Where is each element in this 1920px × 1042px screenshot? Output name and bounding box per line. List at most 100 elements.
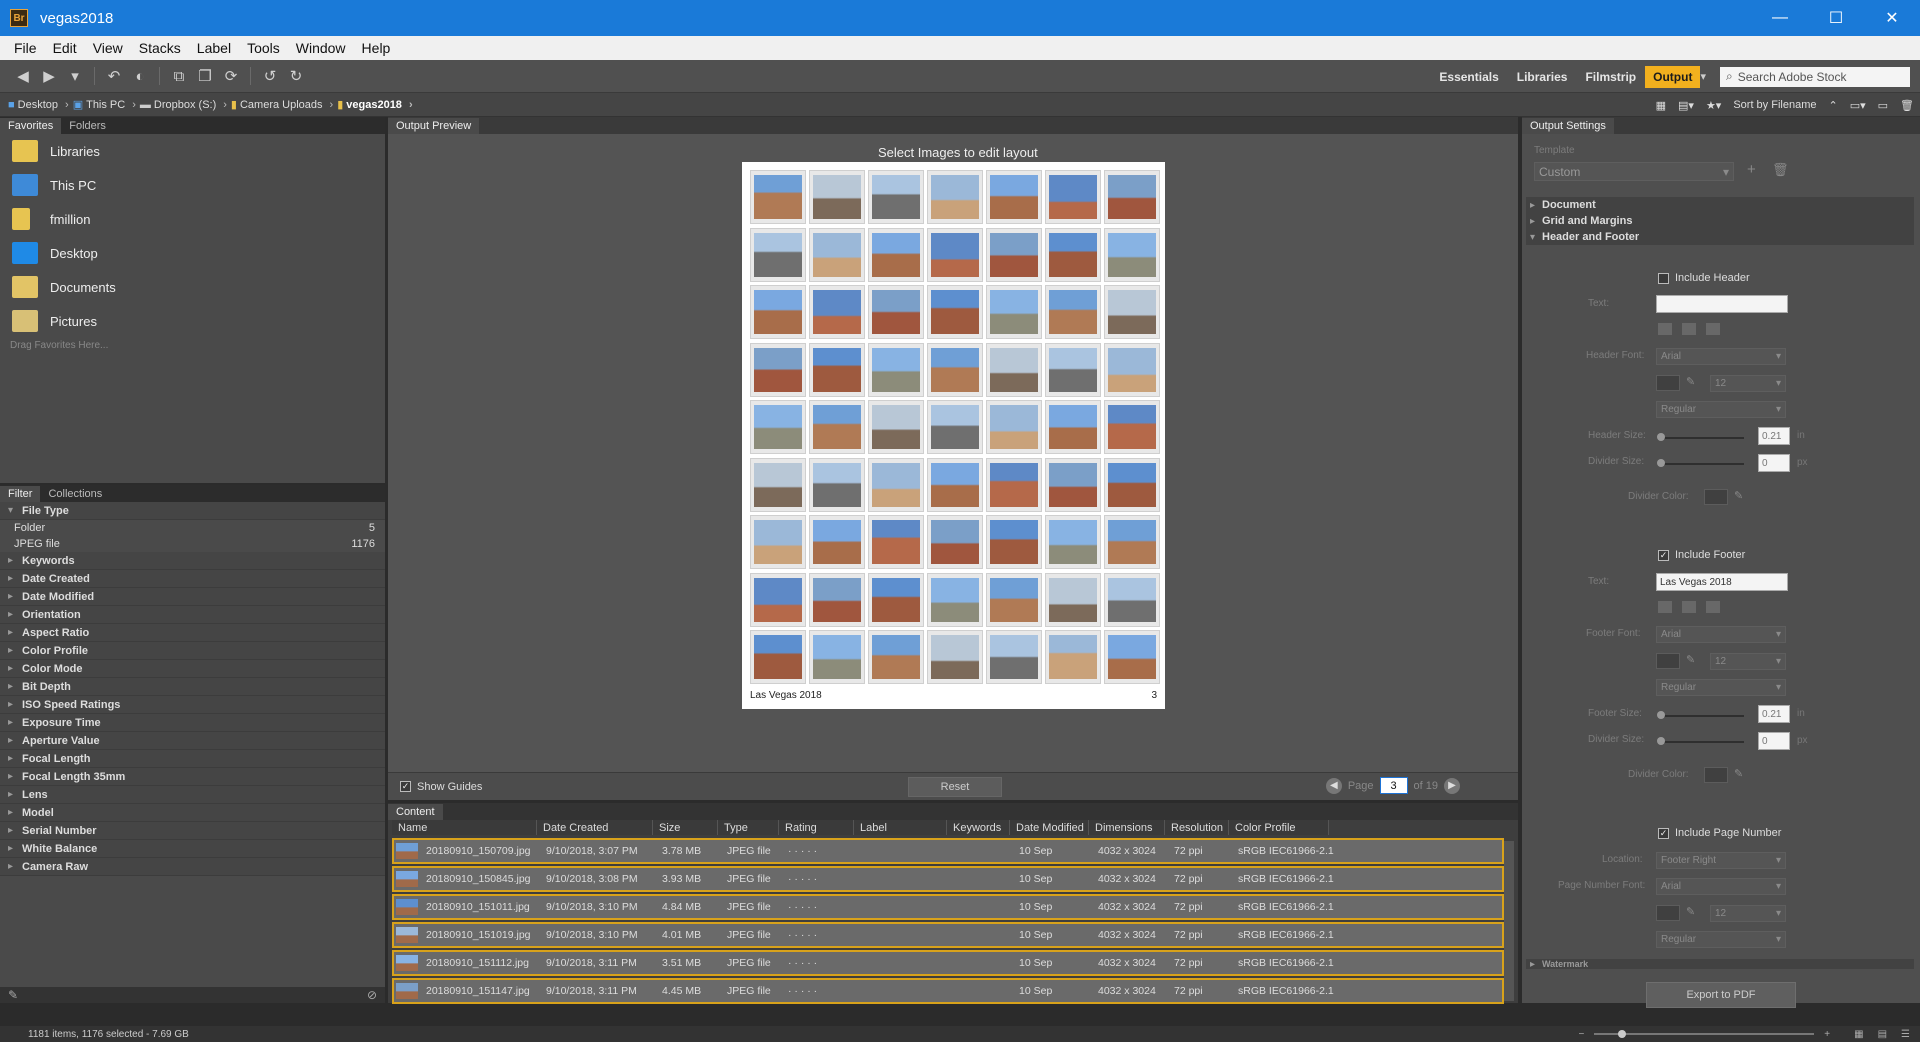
- breadcrumb-desktop[interactable]: ■ Desktop ›: [8, 99, 69, 111]
- filter-category-color-profile[interactable]: Color Profile: [0, 642, 385, 660]
- show-guides-toggle[interactable]: ✓ Show Guides: [400, 781, 482, 793]
- favorite-libraries[interactable]: Libraries: [0, 134, 385, 168]
- menu-help[interactable]: Help: [354, 40, 399, 56]
- photo-thumbnail[interactable]: [868, 630, 924, 684]
- menu-window[interactable]: Window: [288, 40, 354, 56]
- tab-collections[interactable]: Collections: [40, 486, 110, 502]
- photo-thumbnail[interactable]: [809, 342, 865, 397]
- filter-category-focal-length-35mm[interactable]: Focal Length 35mm: [0, 768, 385, 786]
- eyedropper-icon[interactable]: ✎: [1734, 489, 1743, 502]
- column-date-modified[interactable]: Date Modified: [1010, 820, 1089, 835]
- recent-dropdown-icon[interactable]: ▾: [62, 67, 88, 85]
- menu-tools[interactable]: Tools: [239, 40, 288, 56]
- pin-icon[interactable]: ✎: [8, 988, 18, 1002]
- section-header-and-footer[interactable]: Header and Footer: [1526, 229, 1914, 245]
- thumbnail-size-slider[interactable]: [1594, 1030, 1815, 1038]
- photo-thumbnail[interactable]: [809, 285, 865, 339]
- rotate-left-icon[interactable]: ↺: [257, 67, 283, 85]
- menu-edit[interactable]: Edit: [45, 40, 85, 56]
- photo-thumbnail[interactable]: [750, 170, 806, 224]
- photo-thumbnail[interactable]: [1104, 515, 1160, 569]
- add-template-icon[interactable]: +: [1747, 161, 1756, 178]
- divider-size-slider[interactable]: [1658, 741, 1744, 743]
- photo-thumbnail[interactable]: [1104, 400, 1160, 454]
- forward-arrow-icon[interactable]: ▶: [36, 67, 62, 85]
- header-text-input[interactable]: [1656, 295, 1788, 313]
- footer-color-swatch[interactable]: [1656, 653, 1680, 669]
- column-rating[interactable]: Rating: [779, 820, 854, 835]
- photo-thumbnail[interactable]: [1045, 457, 1101, 512]
- filter-entry-jpeg[interactable]: JPEG file 1176: [0, 536, 385, 552]
- eyedropper-icon[interactable]: ✎: [1686, 653, 1695, 666]
- include-header-checkbox[interactable]: Include Header: [1658, 272, 1750, 284]
- photo-thumbnail[interactable]: [1104, 227, 1160, 282]
- open-in-camera-raw-icon[interactable]: ⟳: [218, 67, 244, 85]
- favorite-pictures[interactable]: Pictures: [0, 304, 385, 338]
- page-number-input[interactable]: 3: [1379, 777, 1408, 794]
- filter-category-lens[interactable]: Lens: [0, 786, 385, 804]
- photo-thumbnail[interactable]: [1045, 400, 1101, 454]
- page-number-font-size-dropdown[interactable]: 12: [1710, 905, 1786, 922]
- column-date-created[interactable]: Date Created: [537, 820, 653, 835]
- include-page-number-checkbox[interactable]: ✓ Include Page Number: [1658, 827, 1781, 839]
- filter-category-file-type[interactable]: File Type: [0, 502, 385, 520]
- workspace-essentials[interactable]: Essentials: [1430, 70, 1507, 84]
- photo-thumbnail[interactable]: [809, 630, 865, 684]
- footer-text-input[interactable]: Las Vegas 2018: [1656, 573, 1788, 591]
- photo-thumbnail[interactable]: [927, 630, 983, 684]
- table-row[interactable]: 20180910_151019.jpg 9/10/2018, 3:10 PM 4.0…: [392, 922, 1504, 948]
- eyedropper-icon[interactable]: ✎: [1734, 767, 1743, 780]
- photo-thumbnail[interactable]: [986, 170, 1042, 224]
- slider-knob[interactable]: [1657, 711, 1665, 719]
- align-center-icon[interactable]: [1682, 323, 1696, 335]
- tab-filter[interactable]: Filter: [0, 486, 41, 502]
- column-color-profile[interactable]: Color Profile: [1229, 820, 1329, 835]
- photo-thumbnail[interactable]: [1104, 457, 1160, 512]
- photo-thumbnail[interactable]: [868, 515, 924, 569]
- view-as-details-icon[interactable]: ▤: [1878, 1029, 1887, 1040]
- align-left-icon[interactable]: [1658, 601, 1672, 613]
- slider-knob[interactable]: [1657, 459, 1665, 467]
- photo-thumbnail[interactable]: [986, 227, 1042, 282]
- menu-label[interactable]: Label: [189, 40, 239, 56]
- photo-thumbnail[interactable]: [868, 342, 924, 397]
- photo-thumbnail[interactable]: [750, 515, 806, 569]
- minimize-button[interactable]: —: [1752, 0, 1808, 36]
- photo-thumbnail[interactable]: [927, 227, 983, 282]
- close-button[interactable]: ✕: [1864, 0, 1920, 36]
- reset-button[interactable]: Reset: [908, 777, 1002, 797]
- photo-thumbnail[interactable]: [868, 227, 924, 282]
- photo-thumbnail[interactable]: [927, 572, 983, 627]
- filter-category-focal-length[interactable]: Focal Length: [0, 750, 385, 768]
- photo-thumbnail[interactable]: [927, 400, 983, 454]
- column-keywords[interactable]: Keywords: [947, 820, 1010, 835]
- photo-thumbnail[interactable]: [809, 457, 865, 512]
- table-row[interactable]: 20180910_150845.jpg 9/10/2018, 3:08 PM 3.9…: [392, 866, 1504, 892]
- next-page-icon[interactable]: ▶: [1444, 777, 1460, 794]
- photo-thumbnail[interactable]: [1104, 170, 1160, 224]
- photo-thumbnail[interactable]: [1045, 630, 1101, 684]
- filter-category-keywords[interactable]: Keywords: [0, 552, 385, 570]
- section-grid-and-margins[interactable]: Grid and Margins: [1526, 213, 1914, 229]
- filter-category-aspect-ratio[interactable]: Aspect Ratio: [0, 624, 385, 642]
- header-color-swatch[interactable]: [1656, 375, 1680, 391]
- menu-stacks[interactable]: Stacks: [131, 40, 189, 56]
- slider-knob[interactable]: [1657, 433, 1665, 441]
- photo-thumbnail[interactable]: [750, 457, 806, 512]
- boomerang-icon[interactable]: ↶: [101, 67, 127, 85]
- photo-thumbnail[interactable]: [986, 572, 1042, 627]
- menu-view[interactable]: View: [85, 40, 131, 56]
- divider-color-swatch[interactable]: [1704, 767, 1728, 783]
- footer-style-dropdown[interactable]: Regular: [1656, 679, 1786, 696]
- photo-thumbnail[interactable]: [750, 400, 806, 454]
- photo-thumbnail[interactable]: [986, 285, 1042, 339]
- filter-category-date-modified[interactable]: Date Modified: [0, 588, 385, 606]
- zoom-in-icon[interactable]: +: [1824, 1029, 1830, 1040]
- photo-thumbnail[interactable]: [750, 572, 806, 627]
- align-right-icon[interactable]: [1706, 323, 1720, 335]
- column-name[interactable]: Name: [392, 820, 537, 835]
- filter-category-serial-number[interactable]: Serial Number: [0, 822, 385, 840]
- photo-thumbnail[interactable]: [1104, 572, 1160, 627]
- photo-thumbnail[interactable]: [868, 170, 924, 224]
- photo-thumbnail[interactable]: [750, 630, 806, 684]
